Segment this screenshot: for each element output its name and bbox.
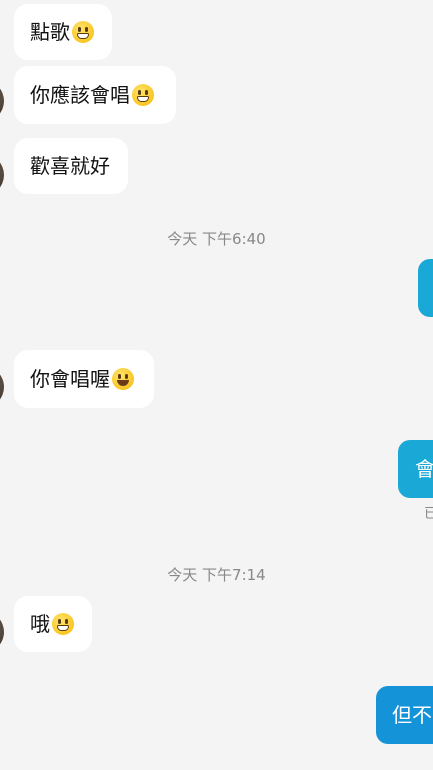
grinning-face-with-smiling-eyes-icon bbox=[52, 613, 74, 635]
message-text: 歡喜就好 bbox=[30, 154, 110, 178]
message-text: 點歌 bbox=[30, 20, 70, 44]
message-bubble-incoming[interactable]: 你應該會唱 bbox=[14, 66, 176, 124]
timestamp: 今天 下午7:14 bbox=[167, 566, 266, 584]
message-text: 會 bbox=[415, 457, 433, 481]
message-text: 你應該會唱 bbox=[30, 83, 130, 107]
message-bubble-incoming[interactable]: 你會唱喔 bbox=[14, 350, 154, 408]
read-status: 已 bbox=[424, 506, 433, 522]
avatar[interactable] bbox=[0, 611, 4, 653]
message-bubble-incoming[interactable]: 歡喜就好 bbox=[14, 138, 128, 194]
avatar[interactable] bbox=[0, 154, 4, 196]
message-text: 哦 bbox=[30, 612, 50, 636]
message-bubble-outgoing[interactable] bbox=[418, 259, 433, 317]
message-text: 但不 bbox=[392, 703, 432, 727]
message-bubble-incoming[interactable]: 哦 bbox=[14, 596, 92, 652]
chat-view[interactable]: 點歌 你應該會唱 歡喜就好 今天 下午6:40 你會唱喔 會 已 今天 下午7:… bbox=[0, 0, 433, 770]
grinning-face-with-smiling-eyes-icon bbox=[132, 84, 154, 106]
avatar[interactable] bbox=[0, 80, 4, 122]
timestamp: 今天 下午6:40 bbox=[167, 230, 266, 248]
message-bubble-outgoing[interactable]: 但不 bbox=[376, 686, 433, 744]
message-bubble-incoming[interactable]: 點歌 bbox=[14, 4, 112, 60]
grinning-face-with-smiling-eyes-icon bbox=[72, 21, 94, 43]
message-text: 你會唱喔 bbox=[30, 367, 110, 391]
avatar[interactable] bbox=[0, 366, 4, 408]
grinning-face-icon bbox=[112, 368, 134, 390]
message-bubble-outgoing[interactable]: 會 bbox=[398, 440, 433, 498]
